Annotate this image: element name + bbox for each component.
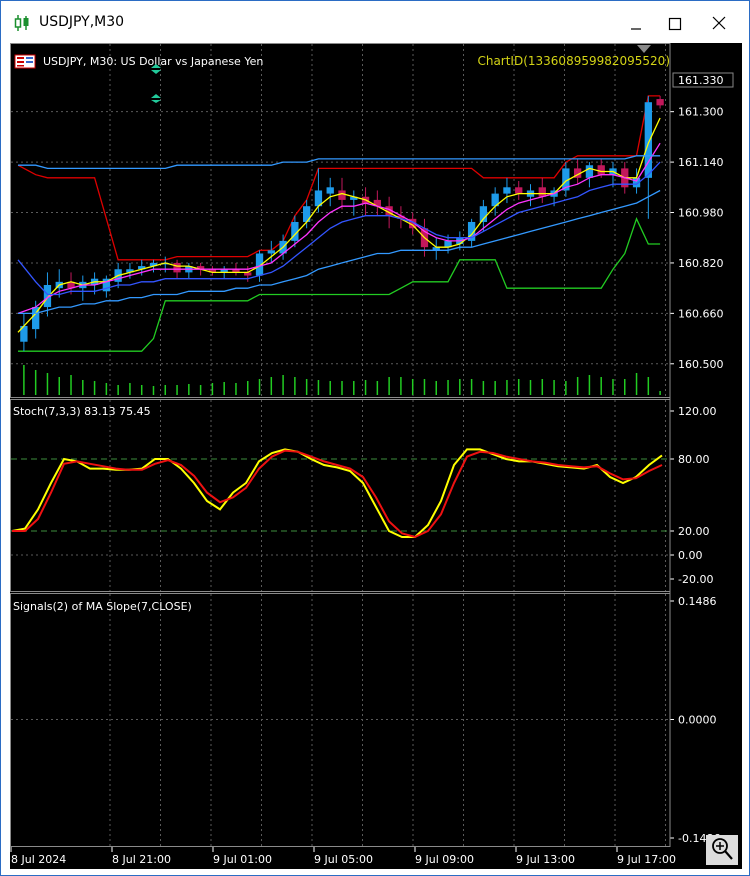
maximize-icon	[668, 17, 682, 31]
price-tick-label: 160.660	[678, 307, 724, 320]
stoch-tick-label: 20.00	[678, 525, 710, 538]
chart-shift-icon[interactable]	[637, 45, 651, 53]
candle-body	[503, 187, 511, 194]
candle-body	[338, 190, 346, 200]
price-tick-label: 161.140	[678, 156, 724, 169]
current-price-marker: 161.330	[672, 72, 734, 88]
chart-window: USDJPY,M30 161.300 161.140 160.980 160.820 1…	[0, 0, 750, 876]
stoch-tick-label: 80.00	[678, 453, 710, 466]
candle-body	[597, 165, 605, 175]
price-tick-label: 160.980	[678, 207, 724, 220]
candle-body	[656, 99, 664, 106]
slope-tick-label: 0.1486	[678, 595, 717, 608]
close-button[interactable]	[701, 9, 737, 37]
price-tick-label: 160.820	[678, 257, 724, 270]
title-bar[interactable]: USDJPY,M30	[1, 1, 749, 43]
channel-lower-line	[18, 217, 661, 352]
time-tick-label: 8 Jul 21:00	[112, 853, 171, 866]
stoch-tick-label: 120.00	[678, 405, 717, 418]
time-tick-label: 9 Jul 13:00	[516, 853, 575, 866]
time-tick-label: 9 Jul 05:00	[314, 853, 373, 866]
candle-body	[515, 187, 523, 194]
current-price-label: 161.330	[678, 74, 724, 87]
price-tick-label: 160.500	[678, 358, 724, 371]
stochastic-label: Stoch(7,3,3) 83.13 75.45	[13, 405, 151, 418]
candle-body	[585, 165, 594, 178]
slope-indicator-label: Signals(2) of MA Slope(7,CLOSE)	[13, 600, 192, 613]
zoom-icon[interactable]	[706, 835, 738, 865]
time-tick-label: 9 Jul 09:00	[415, 853, 474, 866]
signal-arrow-icon	[151, 94, 161, 103]
stoch-main-line	[11, 448, 663, 538]
maximize-button[interactable]	[657, 9, 693, 37]
moving-average-line	[18, 155, 661, 170]
candle-body	[267, 250, 275, 254]
time-tick-label: 9 Jul 01:00	[213, 853, 272, 866]
stoch-signal-line	[12, 449, 663, 539]
candle-body	[173, 262, 181, 273]
slope-tick-label: 0.0000	[678, 714, 717, 727]
candlestick-chart-icon	[14, 15, 29, 31]
time-tick-label: 9 Jul 17:00	[617, 853, 676, 866]
candle-body	[326, 187, 334, 194]
minimize-button[interactable]	[618, 9, 654, 37]
chart-header: USDJPY, M30: US Dollar vs Japanese Yen	[43, 55, 263, 68]
chart-id-label: ChartID(133608959982095520)	[477, 54, 670, 68]
chart-canvas[interactable]: 161.300 161.140 160.980 160.820 160.660 160.5…	[10, 43, 742, 869]
chart-area[interactable]: 161.300 161.140 160.980 160.820 160.660 160.5…	[10, 43, 742, 869]
candle-body	[538, 187, 546, 197]
window-title: USDJPY,M30	[39, 14, 125, 30]
close-icon	[712, 16, 726, 30]
stoch-tick-label: -20.00	[678, 573, 713, 586]
time-tick-label: 8 Jul 2024	[11, 853, 66, 866]
price-tick-label: 161.300	[678, 106, 724, 119]
stoch-tick-label: 0.00	[678, 549, 703, 562]
chart-menu-icon[interactable]	[14, 54, 36, 69]
pane-frame	[10, 399, 671, 592]
